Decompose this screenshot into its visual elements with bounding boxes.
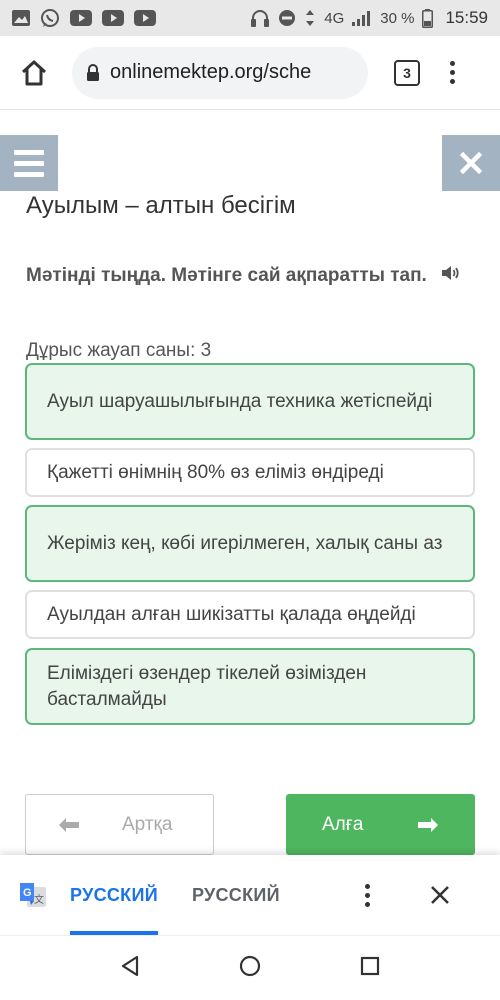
answer-option-text: Қажетті өнімнің 80% өз еліміз өндіреді xyxy=(47,461,384,483)
answer-option[interactable]: Қажетті өнімнің 80% өз еліміз өндіреді xyxy=(25,448,475,497)
correct-answer-count: Дұрыс жауап саны: 3 xyxy=(26,340,212,361)
task-instruction: Мәтінді тыңда. Мәтінге сай ақпаратты тап… xyxy=(26,262,466,290)
back-button-label: Артқа xyxy=(122,813,173,835)
data-arrows-icon xyxy=(304,9,316,27)
youtube-icon xyxy=(102,10,124,26)
answer-option[interactable]: Елімізде­гі өзендер тікелей өзімізден ба… xyxy=(25,648,475,725)
url-text: onlinemektep.org/sche xyxy=(110,61,312,83)
signal-icon xyxy=(352,10,372,26)
hamburger-menu-button[interactable] xyxy=(0,135,58,191)
page-title: Ауылым – алтын бесігім xyxy=(26,192,296,219)
answer-option-text: Ауыл шаруашылығында техника жетіспейді xyxy=(47,390,433,412)
headphones-icon xyxy=(250,9,270,27)
system-nav-bar xyxy=(0,935,500,1000)
battery-icon xyxy=(422,8,434,28)
battery-level: 30 % xyxy=(380,9,415,27)
lock-icon xyxy=(86,63,100,82)
tab-switcher-button[interactable]: 3 xyxy=(394,59,420,86)
back-nav-icon[interactable] xyxy=(120,955,140,982)
translate-menu-button[interactable] xyxy=(364,883,370,907)
tab-source-language[interactable]: РУССКИЙ xyxy=(70,855,158,935)
network-type: 4G xyxy=(324,9,345,27)
answer-option[interactable]: Ауыл шаруашылығында техника жетіспейді xyxy=(25,363,475,440)
next-button-label: Алға xyxy=(322,813,364,835)
image-icon xyxy=(12,10,30,26)
answer-option[interactable]: Жеріміз кең, көбі игерілмеген, халық сан… xyxy=(25,505,475,582)
close-button[interactable] xyxy=(442,135,500,191)
back-button[interactable]: Артқа xyxy=(25,794,214,855)
youtube-icon xyxy=(70,10,92,26)
home-icon xyxy=(21,60,47,85)
speaker-icon[interactable] xyxy=(441,262,461,290)
close-icon xyxy=(430,886,449,904)
google-translate-icon: G文 xyxy=(18,880,48,910)
youtube-icon xyxy=(134,10,156,26)
svg-text:文: 文 xyxy=(34,893,44,906)
svg-text:G: G xyxy=(23,887,32,899)
close-icon xyxy=(460,152,482,174)
translate-close-button[interactable] xyxy=(430,885,450,905)
recents-nav-icon[interactable] xyxy=(360,956,380,981)
home-button[interactable] xyxy=(14,53,54,93)
whatsapp-icon xyxy=(40,8,60,28)
clock: 15:59 xyxy=(445,8,488,27)
next-button[interactable]: Алға xyxy=(286,794,475,855)
instruction-text: Мәтінді тыңда. Мәтінге сай ақпаратты тап… xyxy=(26,265,427,287)
tab-target-language[interactable]: РУССКИЙ xyxy=(192,855,280,935)
answer-option-text: Елімізде­гі өзендер тікелей өзімізден ба… xyxy=(47,662,367,710)
home-nav-icon[interactable] xyxy=(239,955,261,982)
translate-bar: G文 РУССКИЙ РУССКИЙ xyxy=(0,855,500,935)
browser-toolbar: onlinemektep.org/sche 3 xyxy=(0,36,500,110)
answer-option-text: Ауылдан алған шикізатты қалада өңдейді xyxy=(47,603,416,625)
answer-option-text: Жеріміз кең, көбі игерілмеген, халық сан… xyxy=(47,532,443,554)
address-bar[interactable]: onlinemektep.org/sche xyxy=(72,46,368,99)
arrow-right-icon xyxy=(417,817,439,833)
browser-menu-button[interactable] xyxy=(450,61,455,84)
status-bar: 4G 30 % 15:59 xyxy=(0,0,500,36)
arrow-left-icon xyxy=(58,817,80,833)
answer-option[interactable]: Ауылдан алған шикізатты қалада өңдейді xyxy=(25,590,475,639)
dnd-icon xyxy=(278,9,296,27)
